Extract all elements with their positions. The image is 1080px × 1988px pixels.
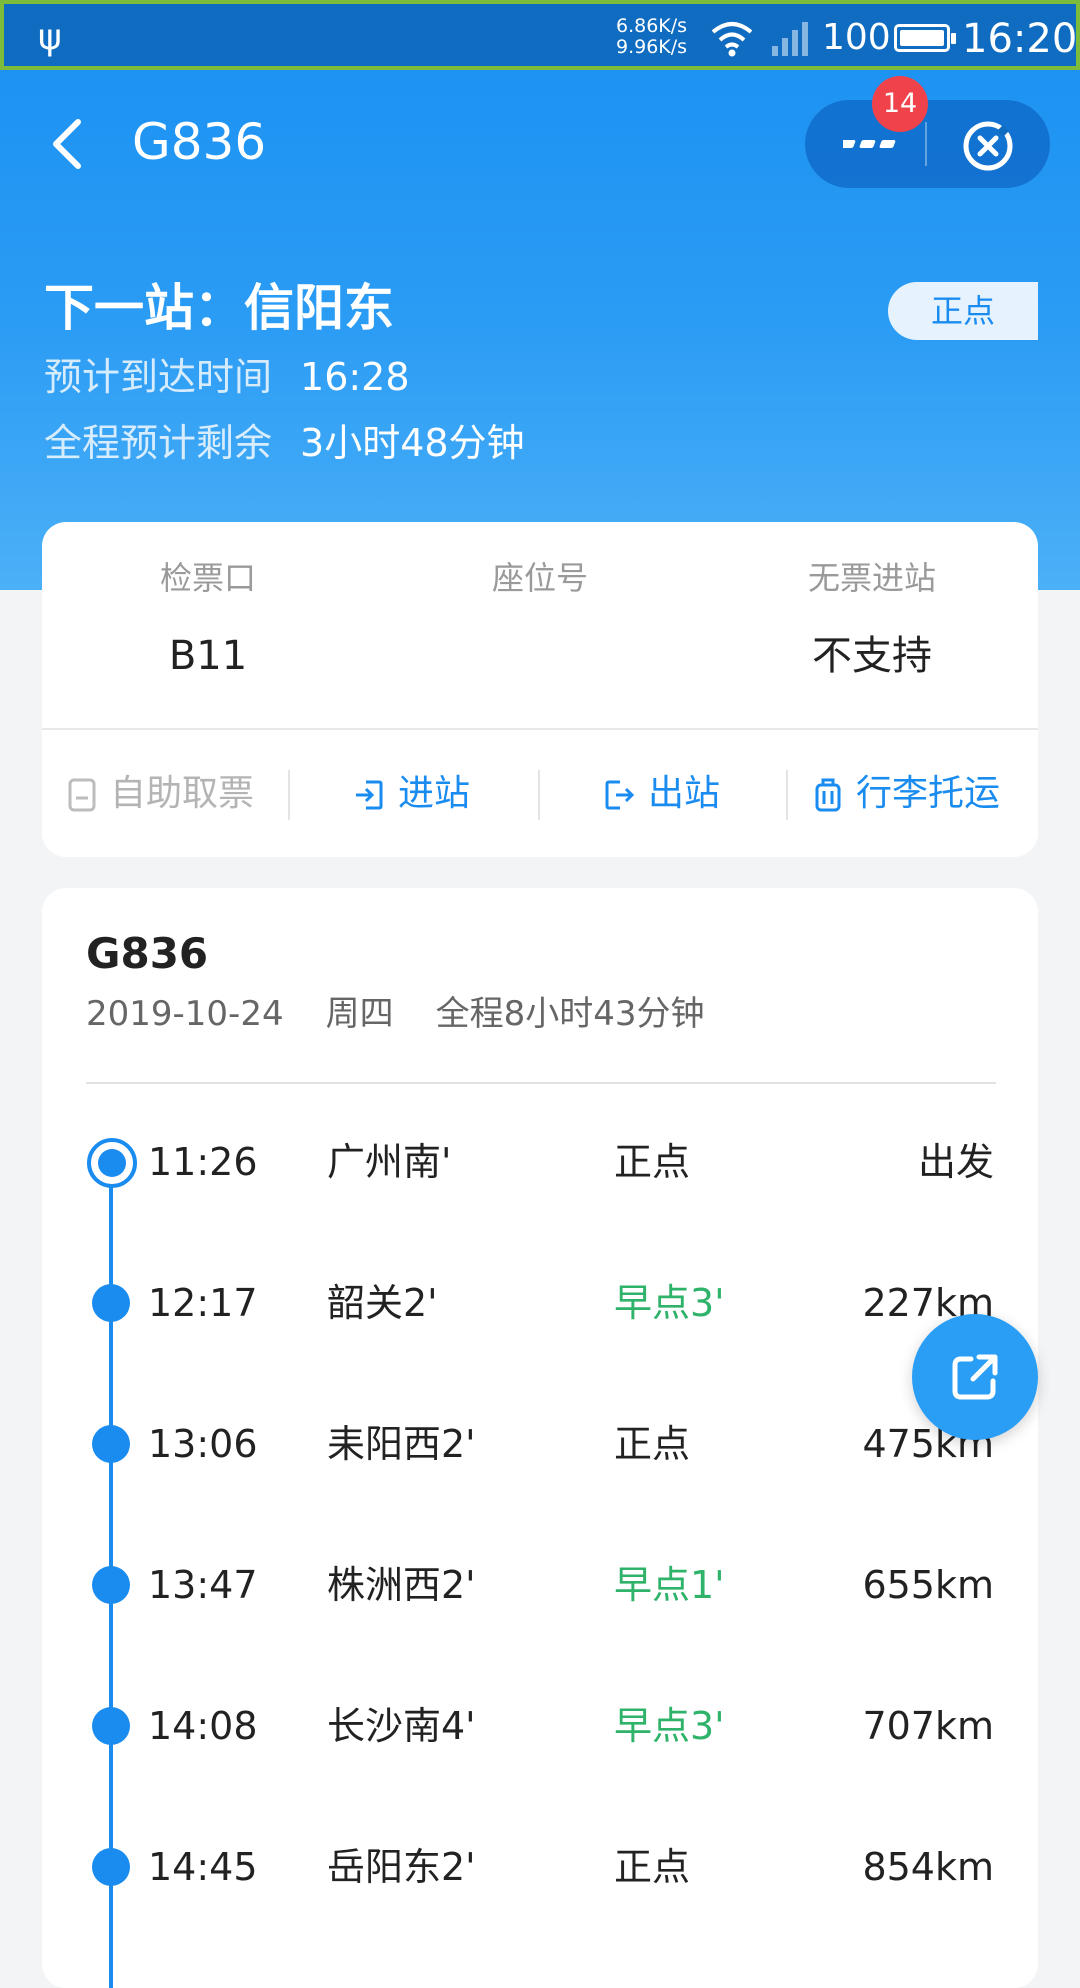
- stop-status: 早点3': [614, 1704, 725, 1748]
- stop-time: 14:08: [148, 1704, 258, 1748]
- stop-distance: 707km: [862, 1704, 994, 1748]
- battery-level: 100: [822, 17, 891, 58]
- schedule-card: G836 2019-10-24 周四 全程8小时43分钟 11:26 广州南' 正点…: [42, 888, 1038, 1988]
- stop-distance: 出发: [917, 1140, 994, 1184]
- stop-time: 14:45: [148, 1845, 258, 1889]
- stop-row[interactable]: 14:45 岳阳东2' 正点 854km: [42, 1837, 1038, 1897]
- stop-row[interactable]: 13:06 耒阳西2' 正点 475km: [42, 1414, 1038, 1474]
- status-bar: ψ 6.86K/s 9.96K/s 100 16:20: [0, 0, 1080, 70]
- luggage-checkin-button[interactable]: 行李托运: [814, 764, 1000, 824]
- next-station-heading: 下一站：信阳东: [44, 279, 394, 337]
- origin-dot-icon: [87, 1138, 137, 1188]
- stop-status: 正点: [614, 1845, 691, 1889]
- back-arrow-icon[interactable]: [44, 114, 90, 174]
- ticketless-entry-value: 不支持: [812, 633, 932, 679]
- seat-number-label: 座位号: [491, 559, 588, 597]
- close-mini-program-icon[interactable]: [960, 118, 1016, 174]
- exit-station-label: 出站: [648, 773, 721, 814]
- exit-station-icon: [605, 780, 635, 810]
- divider: [86, 1082, 996, 1084]
- seat-number: 座位号: [374, 522, 706, 632]
- stop-station: 韶关2': [327, 1281, 438, 1325]
- usb-icon: ψ: [38, 17, 62, 58]
- stop-status: 早点1': [614, 1563, 725, 1607]
- share-icon: [952, 1354, 998, 1400]
- remaining-time-value: 3小时48分钟: [300, 421, 525, 465]
- enter-station-label: 进站: [398, 773, 471, 814]
- page-title: G836: [132, 113, 267, 171]
- upload-speed: 6.86K/s: [616, 15, 688, 37]
- stop-status: 正点: [614, 1140, 691, 1184]
- stop-row[interactable]: 12:17 韶关2' 早点3' 227km: [42, 1273, 1038, 1333]
- stop-dot-icon: [92, 1284, 130, 1322]
- arrival-time-label: 预计到达时间: [44, 355, 273, 399]
- stop-status: 早点3': [614, 1281, 725, 1325]
- schedule-date: 2019-10-24: [86, 994, 284, 1034]
- schedule-duration: 全程8小时43分钟: [435, 994, 705, 1034]
- enter-station-icon: [356, 780, 383, 810]
- schedule-train-number: G836: [86, 929, 209, 978]
- network-speed: 6.86K/s 9.96K/s: [616, 16, 687, 58]
- wifi-icon: [711, 22, 753, 57]
- share-button[interactable]: [912, 1314, 1038, 1440]
- stop-distance: 854km: [862, 1845, 994, 1889]
- self-service-ticket-button[interactable]: 自助取票: [68, 764, 254, 824]
- stop-distance: 655km: [862, 1563, 994, 1607]
- status-badge: 正点: [888, 282, 1038, 340]
- download-speed: 9.96K/s: [616, 36, 688, 58]
- remaining-time-row: 全程预计剩余 3小时48分钟: [44, 418, 525, 468]
- ticket-info-card: 检票口 B11 座位号 无票进站 不支持 自助取票 进站 出站 行李托运: [42, 522, 1038, 857]
- ticketless-entry-label: 无票进站: [807, 559, 936, 597]
- enter-station-button[interactable]: 进站: [354, 764, 470, 824]
- stop-station: 耒阳西2': [327, 1422, 476, 1466]
- mini-program-capsule: [805, 100, 1050, 188]
- stop-station: 株洲西2': [327, 1563, 476, 1607]
- arrival-time-row: 预计到达时间 16:28: [44, 352, 410, 402]
- clock: 16:20: [962, 16, 1078, 62]
- stop-row[interactable]: 11:26 广州南' 正点 出发: [42, 1132, 1038, 1192]
- stop-dot-icon: [92, 1707, 130, 1745]
- divider: [42, 728, 1038, 730]
- arrival-time-value: 16:28: [300, 355, 410, 399]
- stop-dot-icon: [92, 1425, 130, 1463]
- exit-station-button[interactable]: 出站: [604, 764, 720, 824]
- stop-time: 13:06: [148, 1422, 258, 1466]
- ticket-machine-icon: [68, 778, 96, 812]
- notification-badge: 14: [872, 76, 928, 132]
- stop-time: 12:17: [148, 1281, 258, 1325]
- stop-row[interactable]: 14:08 长沙南4' 早点3' 707km: [42, 1696, 1038, 1756]
- schedule-weekday: 周四: [325, 994, 394, 1034]
- luggage-checkin-label: 行李托运: [856, 773, 1001, 814]
- signal-icon: [772, 22, 808, 56]
- luggage-icon: [815, 778, 841, 812]
- check-in-gate-value: B11: [168, 633, 248, 679]
- check-in-gate: 检票口 B11: [42, 522, 374, 680]
- stop-row[interactable]: 13:47 株洲西2' 早点1' 655km: [42, 1555, 1038, 1615]
- stop-dot-icon: [92, 1848, 130, 1886]
- stop-station: 长沙南4': [327, 1704, 476, 1748]
- ticketless-entry: 无票进站 不支持: [706, 522, 1038, 680]
- remaining-time-label: 全程预计剩余: [44, 421, 273, 465]
- stop-status: 正点: [614, 1422, 691, 1466]
- stop-dot-icon: [92, 1566, 130, 1604]
- stop-time: 11:26: [148, 1140, 258, 1184]
- schedule-meta: 2019-10-24 周四 全程8小时43分钟: [86, 992, 747, 1036]
- check-in-gate-label: 检票口: [159, 559, 256, 597]
- stop-time: 13:47: [148, 1563, 258, 1607]
- self-service-ticket-label: 自助取票: [110, 773, 255, 814]
- battery-icon: [894, 24, 956, 52]
- stop-station: 岳阳东2': [327, 1845, 476, 1889]
- stop-station: 广州南': [327, 1140, 452, 1184]
